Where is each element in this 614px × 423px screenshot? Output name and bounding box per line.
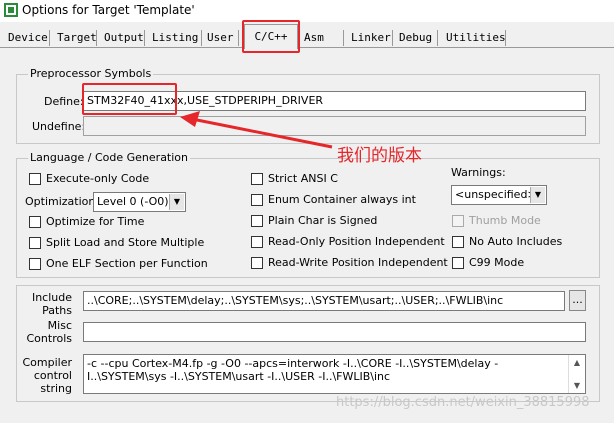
highlight-box-define bbox=[82, 83, 177, 115]
misc-controls-input[interactable] bbox=[83, 322, 586, 342]
split-load-checkbox[interactable] bbox=[29, 237, 41, 249]
tab-asm[interactable]: Asm bbox=[302, 30, 344, 46]
execute-only-label: Execute-only Code bbox=[46, 172, 150, 185]
enum-container-label: Enum Container always int bbox=[268, 193, 416, 206]
chevron-down-icon: ▼ bbox=[530, 187, 545, 203]
thumb-mode-checkbox[interactable] bbox=[452, 215, 464, 227]
optimize-time-label: Optimize for Time bbox=[46, 215, 145, 228]
annotation-arrow-icon bbox=[180, 111, 333, 149]
tab-output[interactable]: Output bbox=[102, 30, 145, 46]
execute-only-checkbox[interactable] bbox=[29, 173, 41, 185]
language-group-title: Language / Code Generation bbox=[28, 151, 191, 164]
misc-controls-label: Misc Controls bbox=[26, 319, 73, 345]
tab-user[interactable]: User bbox=[205, 30, 239, 46]
include-paths-label: Include Paths bbox=[31, 291, 72, 317]
tab-debug[interactable]: Debug bbox=[397, 30, 438, 46]
split-load-label: Split Load and Store Multiple bbox=[46, 236, 205, 249]
compiler-scrollbar[interactable]: ▲ ▼ bbox=[568, 355, 585, 393]
optimization-label: Optimization: bbox=[25, 195, 100, 208]
optimize-time-checkbox[interactable] bbox=[29, 216, 41, 228]
plain-char-label: Plain Char is Signed bbox=[268, 214, 378, 227]
ro-position-label: Read-Only Position Independent bbox=[268, 235, 445, 248]
tab-listing[interactable]: Listing bbox=[150, 30, 202, 46]
include-paths-input[interactable]: ..\CORE;..\SYSTEM\delay;..\SYSTEM\sys;..… bbox=[83, 291, 565, 311]
optimization-select[interactable]: Level 0 (-O0) ▼ bbox=[93, 192, 186, 212]
define-label: Define: bbox=[44, 95, 84, 108]
tab-target[interactable]: Target bbox=[55, 30, 97, 46]
window-title: Options for Target 'Template' bbox=[22, 3, 195, 17]
browse-include-button[interactable]: ... bbox=[569, 290, 586, 311]
tab-strip-border bbox=[0, 47, 614, 48]
ro-position-checkbox[interactable] bbox=[251, 236, 263, 248]
enum-container-checkbox[interactable] bbox=[251, 194, 263, 206]
strict-ansi-label: Strict ANSI C bbox=[268, 172, 338, 185]
warnings-select[interactable]: <unspecified> ▼ bbox=[451, 185, 547, 205]
compiler-control-label: Compiler control string bbox=[22, 356, 72, 395]
watermark-text: https://blog.csdn.net/weixin_38815998 bbox=[336, 395, 590, 410]
thumb-mode-label: Thumb Mode bbox=[469, 214, 541, 227]
tab-utilities[interactable]: Utilities bbox=[444, 30, 506, 46]
rw-position-checkbox[interactable] bbox=[251, 257, 263, 269]
tab-linker[interactable]: Linker bbox=[349, 30, 393, 46]
compiler-control-string[interactable]: -c --cpu Cortex-M4.fp -g -O0 --apcs=inte… bbox=[83, 354, 586, 394]
tab-device[interactable]: Device bbox=[6, 30, 50, 46]
highlight-box-cc-tab bbox=[242, 20, 300, 53]
warnings-value: <unspecified> bbox=[455, 188, 537, 201]
one-elf-label: One ELF Section per Function bbox=[46, 257, 208, 270]
preprocessor-group-title: Preprocessor Symbols bbox=[28, 67, 154, 80]
one-elf-checkbox[interactable] bbox=[29, 258, 41, 270]
plain-char-checkbox[interactable] bbox=[251, 215, 263, 227]
no-auto-includes-checkbox[interactable] bbox=[452, 236, 464, 248]
compiler-control-text: -c --cpu Cortex-M4.fp -g -O0 --apcs=inte… bbox=[87, 357, 499, 383]
annotation-version-label: 我们的版本 bbox=[337, 146, 422, 166]
chevron-down-icon: ▼ bbox=[169, 194, 184, 210]
optimization-value: Level 0 (-O0) bbox=[97, 195, 169, 208]
warnings-label: Warnings: bbox=[451, 166, 506, 179]
strict-ansi-checkbox[interactable] bbox=[251, 173, 263, 185]
c99-mode-label: C99 Mode bbox=[469, 256, 525, 269]
keil-app-icon bbox=[4, 3, 18, 17]
c99-mode-checkbox[interactable] bbox=[452, 257, 464, 269]
no-auto-includes-label: No Auto Includes bbox=[469, 235, 563, 248]
undefine-label: Undefine: bbox=[32, 120, 86, 133]
rw-position-label: Read-Write Position Independent bbox=[268, 256, 448, 269]
